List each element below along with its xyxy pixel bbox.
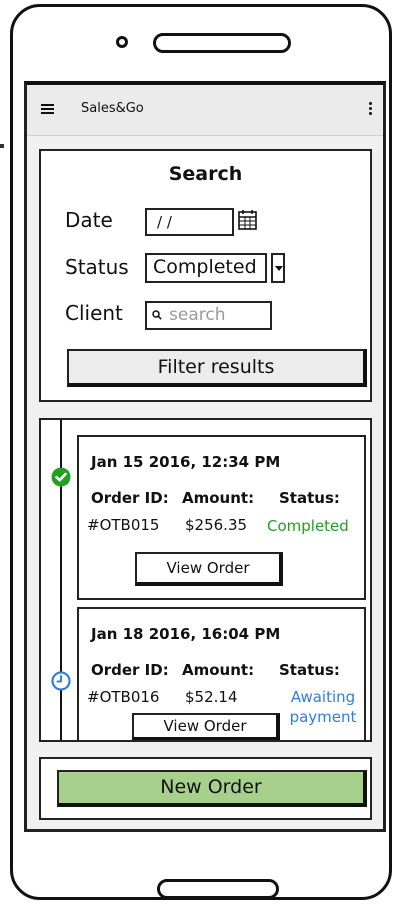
app-bar: Sales&Go bbox=[27, 85, 383, 136]
search-title: Search bbox=[168, 163, 243, 185]
view-order-button[interactable]: View Order bbox=[135, 552, 283, 586]
order-id-header: Order ID: bbox=[91, 661, 169, 679]
order-amount: $256.35 bbox=[185, 516, 248, 534]
calendar-icon[interactable] bbox=[238, 209, 258, 231]
order-id: #OTB016 bbox=[87, 688, 160, 706]
status-header: Status: bbox=[279, 661, 340, 679]
client-placeholder: search bbox=[169, 305, 226, 325]
view-order-button[interactable]: View Order bbox=[132, 713, 280, 740]
hamburger-icon[interactable] bbox=[41, 104, 54, 115]
order-amount: $52.14 bbox=[185, 688, 238, 706]
check-circle-icon bbox=[51, 467, 71, 487]
amount-header: Amount: bbox=[182, 489, 255, 507]
new-order-button[interactable]: New Order bbox=[57, 770, 367, 807]
app-screen: Sales&Go Search Date / / Status Complete… bbox=[24, 81, 386, 832]
kebab-menu-icon[interactable] bbox=[369, 102, 373, 116]
order-status: Awaiting payment bbox=[285, 687, 361, 727]
edge-mark bbox=[0, 144, 4, 148]
app-title: Sales&Go bbox=[81, 101, 144, 116]
status-select[interactable]: Completed bbox=[145, 253, 267, 283]
search-panel: Search Date / / Status Completed Client … bbox=[39, 149, 372, 402]
order-card: Jan 15 2016, 12:34 PM Order ID: Amount: … bbox=[77, 435, 366, 600]
speaker-slot bbox=[153, 33, 291, 53]
orders-list[interactable]: Jan 15 2016, 12:34 PM Order ID: Amount: … bbox=[39, 418, 372, 742]
status-label: Status bbox=[65, 255, 129, 279]
order-status-line2: payment bbox=[289, 708, 357, 726]
home-button[interactable] bbox=[157, 879, 279, 899]
order-datetime: Jan 15 2016, 12:34 PM bbox=[91, 453, 281, 471]
order-id: #OTB015 bbox=[87, 516, 160, 534]
client-search-input[interactable]: search bbox=[145, 301, 272, 330]
client-label: Client bbox=[65, 301, 123, 325]
new-order-panel: New Order bbox=[39, 757, 372, 820]
order-status: Completed bbox=[267, 517, 349, 535]
order-card: Jan 18 2016, 16:04 PM Order ID: Amount: … bbox=[77, 607, 366, 740]
search-icon bbox=[152, 310, 162, 320]
order-id-header: Order ID: bbox=[91, 489, 169, 507]
order-datetime: Jan 18 2016, 16:04 PM bbox=[91, 625, 281, 643]
camera-icon bbox=[116, 36, 128, 48]
date-label: Date bbox=[65, 208, 113, 232]
status-header: Status: bbox=[279, 489, 340, 507]
filter-results-button[interactable]: Filter results bbox=[67, 349, 367, 387]
amount-header: Amount: bbox=[182, 661, 255, 679]
clock-icon bbox=[51, 671, 71, 691]
order-status-line1: Awaiting bbox=[290, 688, 356, 706]
date-input[interactable]: / / bbox=[145, 208, 234, 236]
chevron-down-icon[interactable] bbox=[271, 253, 285, 283]
